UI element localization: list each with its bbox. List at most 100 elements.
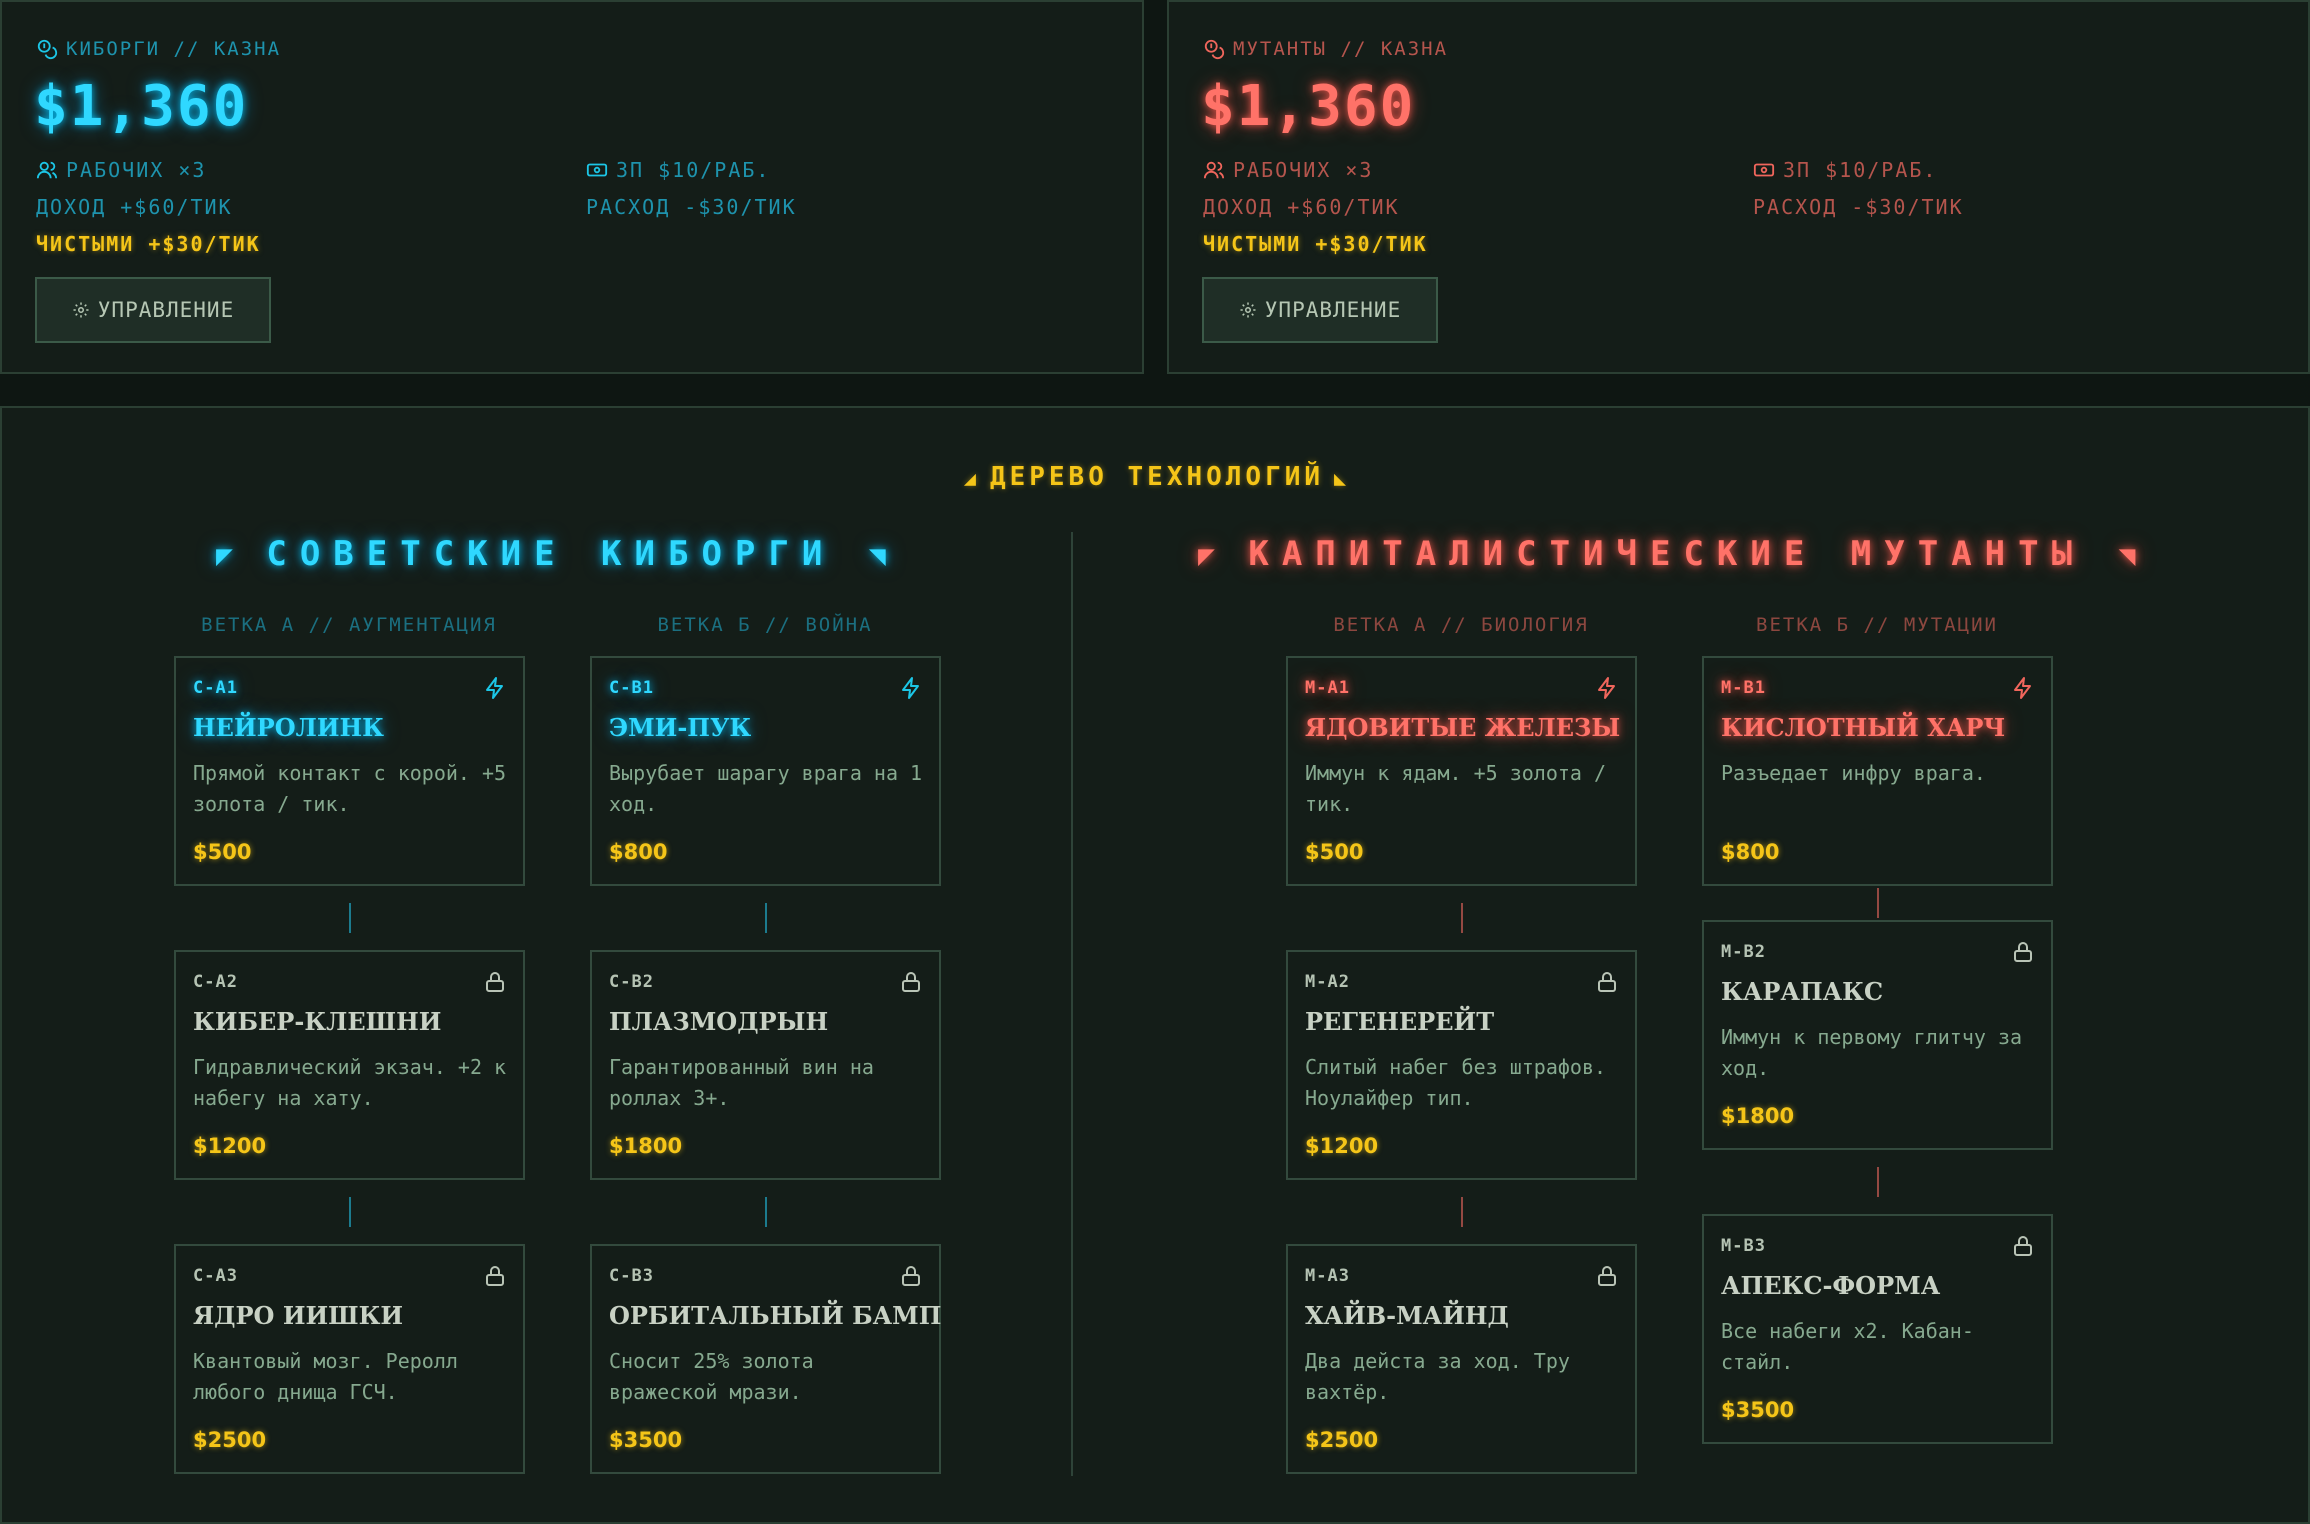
tech-name: РЕГЕНЕРЕЙТ	[1305, 1007, 1495, 1036]
banknote-icon	[1753, 163, 1775, 177]
manage-label: УПРАВЛЕНИЕ	[97, 298, 235, 322]
tech-description: Сносит 25% золота вражеской мрази.	[609, 1349, 814, 1404]
triangle-icon: ◤	[1198, 539, 1215, 572]
tech-name: ХАЙВ-МАЙНД	[1305, 1301, 1509, 1330]
tech-card-m-a3[interactable]: M-A3 ХАЙВ-МАЙНД Два дейста за ход. Тру вах…	[1286, 1244, 1637, 1474]
tech-description: Слитый набег без штрафов. Ноулайфер тип.	[1305, 1055, 1607, 1110]
mutant-expense: РАСХОД -$30/ТИК	[1753, 195, 1964, 219]
tech-price: $800	[1721, 840, 1780, 864]
mutant-manage-button[interactable]: УПРАВЛЕНИЕ	[1202, 277, 1438, 343]
branch-connector	[1877, 888, 1879, 918]
cyborg-treasury-title: КИБОРГИ // КАЗНА	[36, 38, 281, 60]
lock-icon	[899, 1264, 923, 1288]
tech-name: ЯДОВИТЫЕ ЖЕЛЕЗЫ	[1305, 713, 1621, 742]
branch-connector	[349, 903, 351, 933]
mutant-treasury-title: МУТАНТЫ // КАЗНА	[1203, 38, 1448, 60]
branch-label-c-a: ВЕТКА А // АУГМЕНТАЦИЯ	[201, 614, 497, 636]
branch-label-m-a: ВЕТКА А // БИОЛОГИЯ	[1333, 614, 1589, 636]
branch-connector	[765, 1197, 767, 1227]
salary-text: ЗП $10/РАБ.	[1783, 158, 1938, 182]
tech-card-m-b3[interactable]: M-B3 АПЕКС-ФОРМА Все набеги x2. Кабан-стай…	[1702, 1214, 2053, 1444]
tech-id: M-B3	[1721, 1236, 1766, 1256]
tech-card-c-b3[interactable]: C-B3 ОРБИТАЛЬНЫЙ БАМП Сносит 25% золота вр…	[590, 1244, 941, 1474]
tech-card-c-a3[interactable]: C-A3 ЯДРО ИИШКИ Квантовый мозг. Реролл люб…	[174, 1244, 525, 1474]
mutant-treasury-panel: МУТАНТЫ // КАЗНА $1,360 РАБОЧИХ ×3 ЗП $1…	[1167, 0, 2310, 374]
banknote-icon	[586, 163, 608, 177]
tech-name: АПЕКС-ФОРМА	[1721, 1271, 1941, 1300]
lightning-icon	[1595, 676, 1619, 700]
tech-description: Гидравлический экзач. +2 к набегу на хат…	[193, 1055, 507, 1110]
tech-card-m-b2[interactable]: M-B2 КАРАПАКС Иммун к первому глитчу за хо…	[1702, 920, 2053, 1150]
tech-card-m-a2[interactable]: M-A2 РЕГЕНЕРЕЙТ Слитый набег без штрафов. …	[1286, 950, 1637, 1180]
cyborg-faction-title: ◤ СОВЕТСКИЕ КИБОРГИ ◥	[216, 534, 886, 574]
tech-name: КАРАПАКС	[1721, 977, 1884, 1006]
tech-name: КИБЕР-КЛЕШНИ	[193, 1007, 442, 1036]
tech-id: M-B2	[1721, 942, 1766, 962]
lock-icon	[2011, 1234, 2035, 1258]
tech-description: Иммун к ядам. +5 золота / тик.	[1305, 761, 1607, 816]
cyborg-salary: ЗП $10/РАБ.	[586, 158, 770, 182]
tech-id: C-B3	[609, 1266, 654, 1286]
cyborg-expense: РАСХОД -$30/ТИК	[586, 195, 797, 219]
branch-connector	[1877, 1167, 1879, 1197]
tech-card-c-a2[interactable]: C-A2 КИБЕР-КЛЕШНИ Гидравлический экзач. +2…	[174, 950, 525, 1180]
cyborg-workers: РАБОЧИХ ×3	[36, 158, 206, 182]
lock-icon	[2011, 940, 2035, 964]
tech-price: $3500	[1721, 1398, 1795, 1422]
lightning-icon	[2011, 676, 2035, 700]
tech-name: ЭМИ-ПУК	[609, 713, 752, 742]
cyborg-income: ДОХОД +$60/ТИК	[36, 195, 233, 219]
users-icon	[1203, 161, 1225, 179]
tech-price: $500	[193, 840, 252, 864]
tech-card-c-a1[interactable]: C-A1 НЕЙРОЛИНК Прямой контакт с корой. +5 …	[174, 656, 525, 886]
tech-price: $1800	[609, 1134, 683, 1158]
mutant-net: ЧИСТЫМИ +$30/ТИК	[1203, 232, 1428, 256]
lock-icon	[483, 1264, 507, 1288]
tech-description: Прямой контакт с корой. +5 золота / тик.	[193, 761, 507, 816]
tech-price: $1200	[1305, 1134, 1379, 1158]
lock-icon	[1595, 1264, 1619, 1288]
tech-price: $800	[609, 840, 668, 864]
branch-label-c-b: ВЕТКА Б // ВОЙНА	[657, 614, 873, 636]
tech-id: M-A3	[1305, 1266, 1350, 1286]
tech-description: Вырубает шарагу врага на 1 ход.	[609, 761, 923, 816]
mutant-treasury-amount: $1,360	[1201, 74, 1416, 139]
triangle-icon: ◣	[1334, 466, 1351, 490]
faction-name: КАПИТАЛИСТИЧЕСКИЕ МУТАНТЫ	[1248, 534, 2086, 574]
mutant-salary: ЗП $10/РАБ.	[1753, 158, 1937, 182]
tech-card-c-b2[interactable]: C-B2 ПЛАЗМОДРЫН Гарантированный вин на рол…	[590, 950, 941, 1180]
tech-card-c-b1[interactable]: C-B1 ЭМИ-ПУК Вырубает шарагу врага на 1 хо…	[590, 656, 941, 886]
workers-text: РАБОЧИХ ×3	[1233, 158, 1374, 182]
triangle-icon: ◥	[2118, 539, 2136, 572]
cyborg-manage-button[interactable]: УПРАВЛЕНИЕ	[35, 277, 271, 343]
faction-name: СОВЕТСКИЕ КИБОРГИ	[266, 534, 836, 574]
tech-name: ПЛАЗМОДРЫН	[609, 1007, 829, 1036]
workers-text: РАБОЧИХ ×3	[66, 158, 207, 182]
tech-price: $3500	[609, 1428, 683, 1452]
tech-price: $1800	[1721, 1104, 1795, 1128]
mutant-faction-title: ◤ КАПИТАЛИСТИЧЕСКИЕ МУТАНТЫ ◥	[1198, 534, 2135, 574]
branch-connector	[1461, 1197, 1463, 1227]
tech-tree-title-text: ДЕРЕВО ТЕХНОЛОГИЙ	[989, 462, 1325, 492]
lightning-icon	[899, 676, 923, 700]
tech-id: M-A2	[1305, 972, 1350, 992]
users-icon	[36, 161, 58, 179]
tech-tree-title: ◢ ДЕРЕВО ТЕХНОЛОГИЙ ◣	[2, 462, 2310, 492]
tech-id: M-A1	[1305, 678, 1350, 698]
cyborg-treasury-panel: КИБОРГИ // КАЗНА $1,360 РАБОЧИХ ×3 ЗП $1…	[0, 0, 1144, 374]
cyborg-treasury-amount: $1,360	[34, 74, 249, 139]
branch-connector	[765, 903, 767, 933]
cyborg-net: ЧИСТЫМИ +$30/ТИК	[36, 232, 261, 256]
tech-name: ЯДРО ИИШКИ	[193, 1301, 404, 1330]
tech-id: C-B1	[609, 678, 654, 698]
coins-icon	[37, 39, 58, 60]
tech-price: $2500	[1305, 1428, 1379, 1452]
tech-card-m-b1[interactable]: M-B1 КИСЛОТНЫЙ ХАРЧ Разъедает инфру врага.…	[1702, 656, 2053, 886]
tech-id: C-A1	[193, 678, 238, 698]
tech-description: Все набеги x2. Кабан-стайл.	[1721, 1319, 1974, 1374]
tech-price: $2500	[193, 1428, 267, 1452]
branch-connector	[1461, 903, 1463, 933]
tech-card-m-a1[interactable]: M-A1 ЯДОВИТЫЕ ЖЕЛЕЗЫ Иммун к ядам. +5 золо…	[1286, 656, 1637, 886]
mutant-workers: РАБОЧИХ ×3	[1203, 158, 1373, 182]
tech-description: Два дейста за ход. Тру вахтёр.	[1305, 1349, 1570, 1404]
